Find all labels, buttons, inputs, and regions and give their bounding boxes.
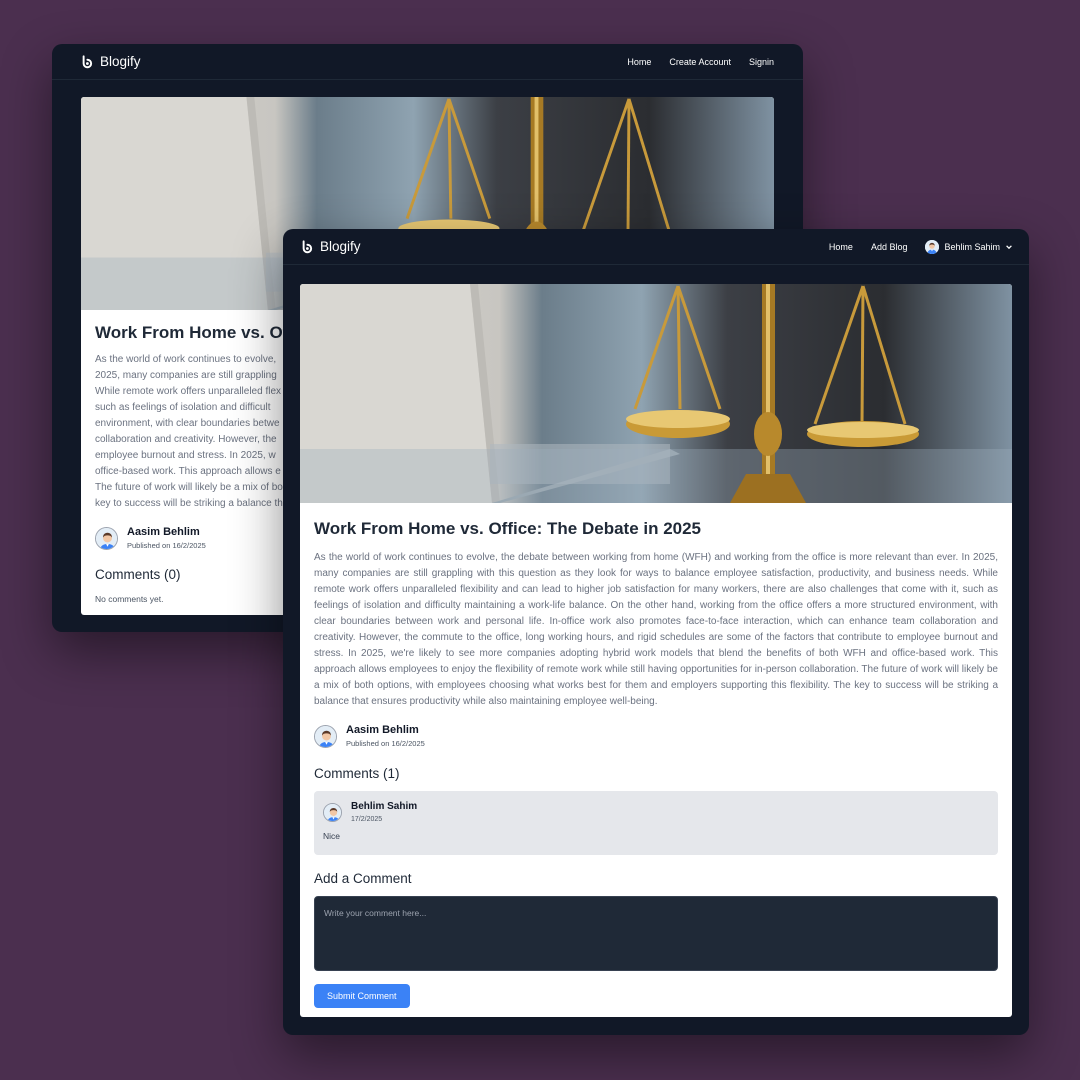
scales-of-justice-image <box>300 284 1012 503</box>
back-nav-links: Home Create Account Signin <box>627 57 774 67</box>
commenter-avatar-icon <box>324 804 342 822</box>
commenter-avatar <box>323 802 342 822</box>
brand-name: Blogify <box>320 239 361 254</box>
comment-textarea[interactable] <box>314 896 998 971</box>
author-avatar-icon <box>315 726 337 748</box>
brand-name: Blogify <box>100 54 141 69</box>
post-author: Aasim Behlim Published on 16/2/2025 <box>314 724 998 748</box>
nav-home-link[interactable]: Home <box>829 242 853 252</box>
post-hero-image <box>300 284 1012 503</box>
front-post-card: Work From Home vs. Office: The Debate in… <box>300 284 1012 1017</box>
blogify-logo-icon <box>81 55 95 69</box>
front-browser-window: Blogify Home Add Blog Behlim Sahim Work … <box>283 229 1029 1035</box>
author-avatar <box>314 724 337 748</box>
commenter-name: Behlim Sahim <box>351 801 418 812</box>
back-navbar: Blogify Home Create Account Signin <box>52 44 803 80</box>
post-title: Work From Home vs. Office: The Debate in… <box>314 519 702 538</box>
brand-logo[interactable]: Blogify <box>81 54 141 69</box>
publish-date: Published on 16/2/2025 <box>346 739 425 748</box>
publish-date: Published on 16/2/2025 <box>127 541 206 550</box>
submit-comment-button[interactable]: Submit Comment <box>314 984 410 1008</box>
user-menu[interactable]: Behlim Sahim <box>925 239 1013 254</box>
author-name: Aasim Behlim <box>127 526 200 538</box>
nav-signin-link[interactable]: Signin <box>749 57 774 67</box>
nav-create-account-link[interactable]: Create Account <box>669 57 731 67</box>
brand-logo[interactable]: Blogify <box>301 239 361 254</box>
post-body: As the world of work continues to evolve… <box>314 552 998 707</box>
comment-item: Behlim Sahim 17/2/2025 Nice <box>314 791 998 855</box>
nav-add-blog-link[interactable]: Add Blog <box>871 242 908 252</box>
chevron-down-icon <box>1006 244 1012 249</box>
comment-text: Nice <box>323 831 341 841</box>
user-avatar-icon <box>925 239 940 254</box>
author-avatar <box>95 526 118 550</box>
comments-heading: Comments (1) <box>314 766 400 781</box>
user-name: Behlim Sahim <box>944 241 1000 252</box>
add-comment-heading: Add a Comment <box>314 871 412 886</box>
front-navbar: Blogify Home Add Blog Behlim Sahim <box>283 229 1029 265</box>
author-name: Aasim Behlim <box>346 724 419 736</box>
front-nav-links: Home Add Blog Behlim Sahim <box>829 239 1013 254</box>
author-avatar-icon <box>96 528 118 550</box>
nav-home-link[interactable]: Home <box>627 57 651 67</box>
comment-date: 17/2/2025 <box>351 816 383 823</box>
blogify-logo-icon <box>301 240 315 254</box>
